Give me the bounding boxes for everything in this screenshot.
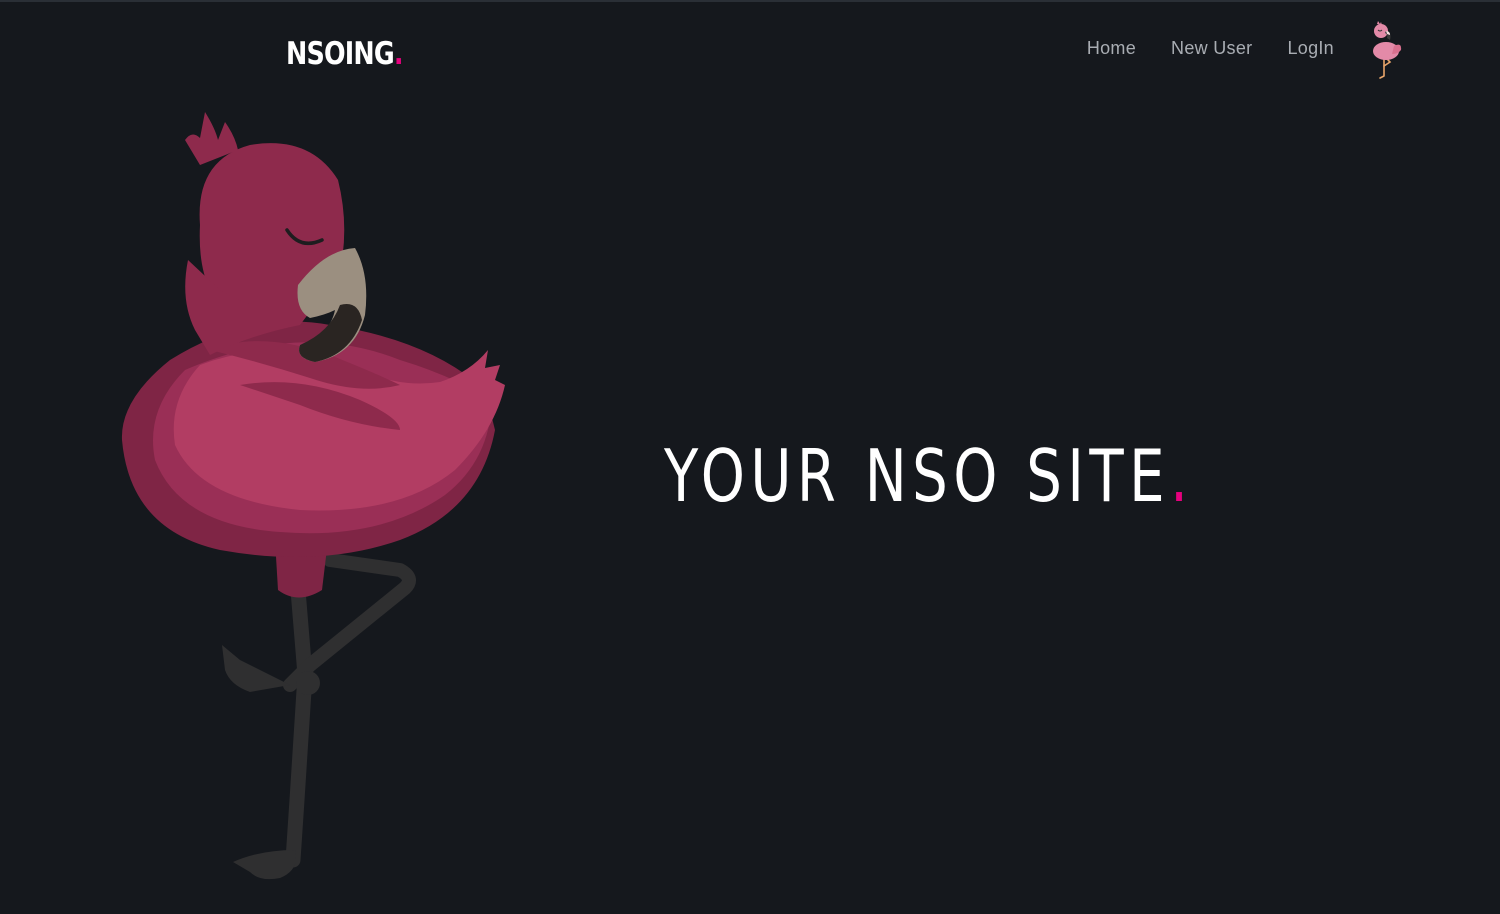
- nav-home[interactable]: Home: [1087, 36, 1136, 60]
- hero-title-dot: .: [1170, 434, 1194, 518]
- brand-dot: .: [393, 36, 404, 72]
- nav-login[interactable]: LogIn: [1287, 36, 1334, 60]
- hero-title: YOUR NSO SITE.: [664, 432, 1193, 520]
- hero-title-text: YOUR NSO SITE: [664, 434, 1171, 518]
- nav-new-user[interactable]: New User: [1171, 36, 1252, 60]
- top-border: [0, 0, 1500, 2]
- main-nav: Home New User LogIn: [1087, 36, 1334, 60]
- flamingo-illustration: [121, 112, 505, 880]
- brand-text: NSOING: [286, 36, 395, 72]
- brand-logo[interactable]: NSOING.: [286, 34, 404, 74]
- flamingo-icon[interactable]: [1364, 20, 1406, 82]
